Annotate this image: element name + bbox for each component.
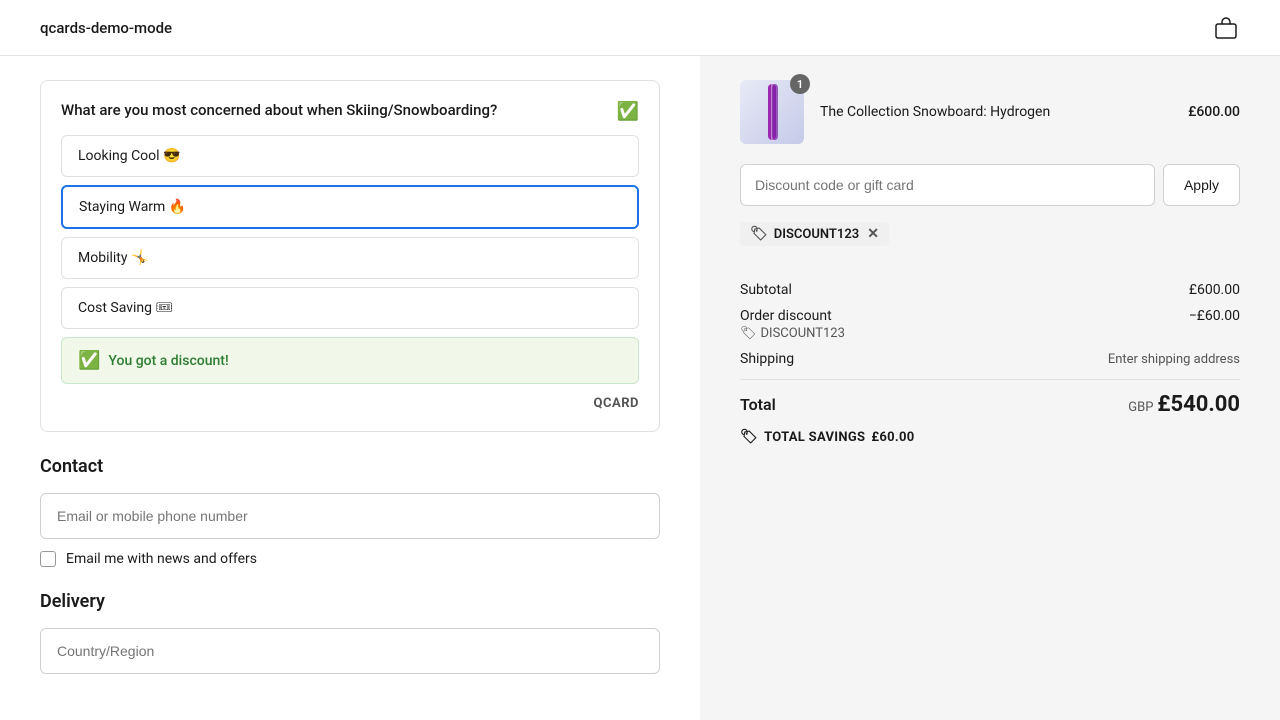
subtotal-label: Subtotal — [740, 282, 792, 298]
apply-button[interactable]: Apply — [1163, 164, 1240, 206]
order-discount-row: Order discount 🏷 DISCOUNT123 −£60.00 — [740, 308, 1240, 341]
discount-code-row: Apply — [740, 164, 1240, 206]
product-image-wrap: 1 — [740, 80, 804, 144]
qcard-brand: QCARD — [61, 396, 639, 411]
header: qcards-demo-mode — [0, 0, 1280, 56]
qcard-question-text: What are you most concerned about when S… — [61, 101, 497, 119]
product-name: The Collection Snowboard: Hydrogen — [820, 104, 1172, 120]
discount-amount: −£60.00 — [1189, 308, 1240, 324]
total-value: GBP£540.00 — [1128, 392, 1240, 417]
option-looking-cool-label: Looking Cool 😎 — [78, 148, 180, 164]
newsletter-row: Email me with news and offers — [40, 551, 660, 567]
qcard-widget: What are you most concerned about when S… — [40, 80, 660, 432]
option-cost-saving-label: Cost Saving 🎟 — [78, 300, 173, 316]
qcard-check-icon: ✅ — [617, 101, 639, 122]
total-label: Total — [740, 395, 776, 414]
total-row: Total GBP£540.00 — [740, 392, 1240, 417]
contact-title: Contact — [40, 456, 660, 477]
savings-tag-icon: 🏷 — [740, 429, 758, 445]
discount-code-input[interactable] — [740, 164, 1155, 206]
savings-label: TOTAL SAVINGS — [764, 430, 865, 445]
discount-tag-small-icon: 🏷 — [740, 326, 757, 341]
option-mobility[interactable]: Mobility 🤸 — [61, 237, 639, 279]
remove-discount-button[interactable]: ✕ — [867, 226, 879, 242]
delivery-section: Delivery — [40, 591, 660, 674]
product-price: £600.00 — [1188, 104, 1240, 120]
discount-code-label: DISCOUNT123 — [774, 227, 859, 242]
option-cost-saving[interactable]: Cost Saving 🎟 — [61, 287, 639, 329]
right-panel: 1 The Collection Snowboard: Hydrogen £60… — [700, 56, 1280, 720]
main-layout: What are you most concerned about when S… — [0, 56, 1280, 720]
option-staying-warm[interactable]: Staying Warm 🔥 — [61, 185, 639, 229]
product-row: 1 The Collection Snowboard: Hydrogen £60… — [740, 80, 1240, 144]
subtotal-row: Subtotal £600.00 — [740, 282, 1240, 298]
option-looking-cool[interactable]: Looking Cool 😎 — [61, 135, 639, 177]
site-logo: qcards-demo-mode — [40, 19, 172, 37]
shipping-row: Shipping Enter shipping address — [740, 351, 1240, 367]
product-quantity-badge: 1 — [790, 74, 810, 94]
order-discount-code-label: 🏷 DISCOUNT123 — [740, 326, 845, 341]
newsletter-label: Email me with news and offers — [66, 551, 257, 567]
shipping-label: Shipping — [740, 351, 794, 367]
qcard-success-banner: ✅ You got a discount! — [61, 337, 639, 384]
order-discount-label-group: Order discount 🏷 DISCOUNT123 — [740, 308, 845, 341]
country-region-field[interactable] — [40, 628, 660, 674]
qcard-question: What are you most concerned about when S… — [61, 101, 639, 119]
subtotal-value: £600.00 — [1189, 282, 1240, 298]
cart-icon[interactable] — [1212, 14, 1240, 42]
total-currency: GBP — [1128, 400, 1153, 415]
option-staying-warm-label: Staying Warm 🔥 — [79, 199, 186, 215]
newsletter-checkbox[interactable] — [40, 551, 56, 567]
savings-value: £60.00 — [871, 430, 914, 445]
total-divider — [740, 379, 1240, 380]
tag-icon: 🏷 — [750, 226, 768, 242]
contact-section: Contact Email me with news and offers — [40, 456, 660, 567]
shipping-value: Enter shipping address — [1108, 352, 1240, 367]
savings-row: 🏷 TOTAL SAVINGS £60.00 — [740, 429, 1240, 445]
qcard-success-text: You got a discount! — [108, 353, 228, 369]
left-panel: What are you most concerned about when S… — [0, 56, 700, 720]
option-mobility-label: Mobility 🤸 — [78, 250, 148, 266]
delivery-title: Delivery — [40, 591, 660, 612]
applied-discount-row: 🏷 DISCOUNT123 ✕ — [740, 222, 1240, 266]
discount-tag: 🏷 DISCOUNT123 ✕ — [740, 222, 889, 246]
email-field[interactable] — [40, 493, 660, 539]
order-discount-label: Order discount — [740, 308, 845, 324]
success-check-icon: ✅ — [78, 350, 100, 371]
